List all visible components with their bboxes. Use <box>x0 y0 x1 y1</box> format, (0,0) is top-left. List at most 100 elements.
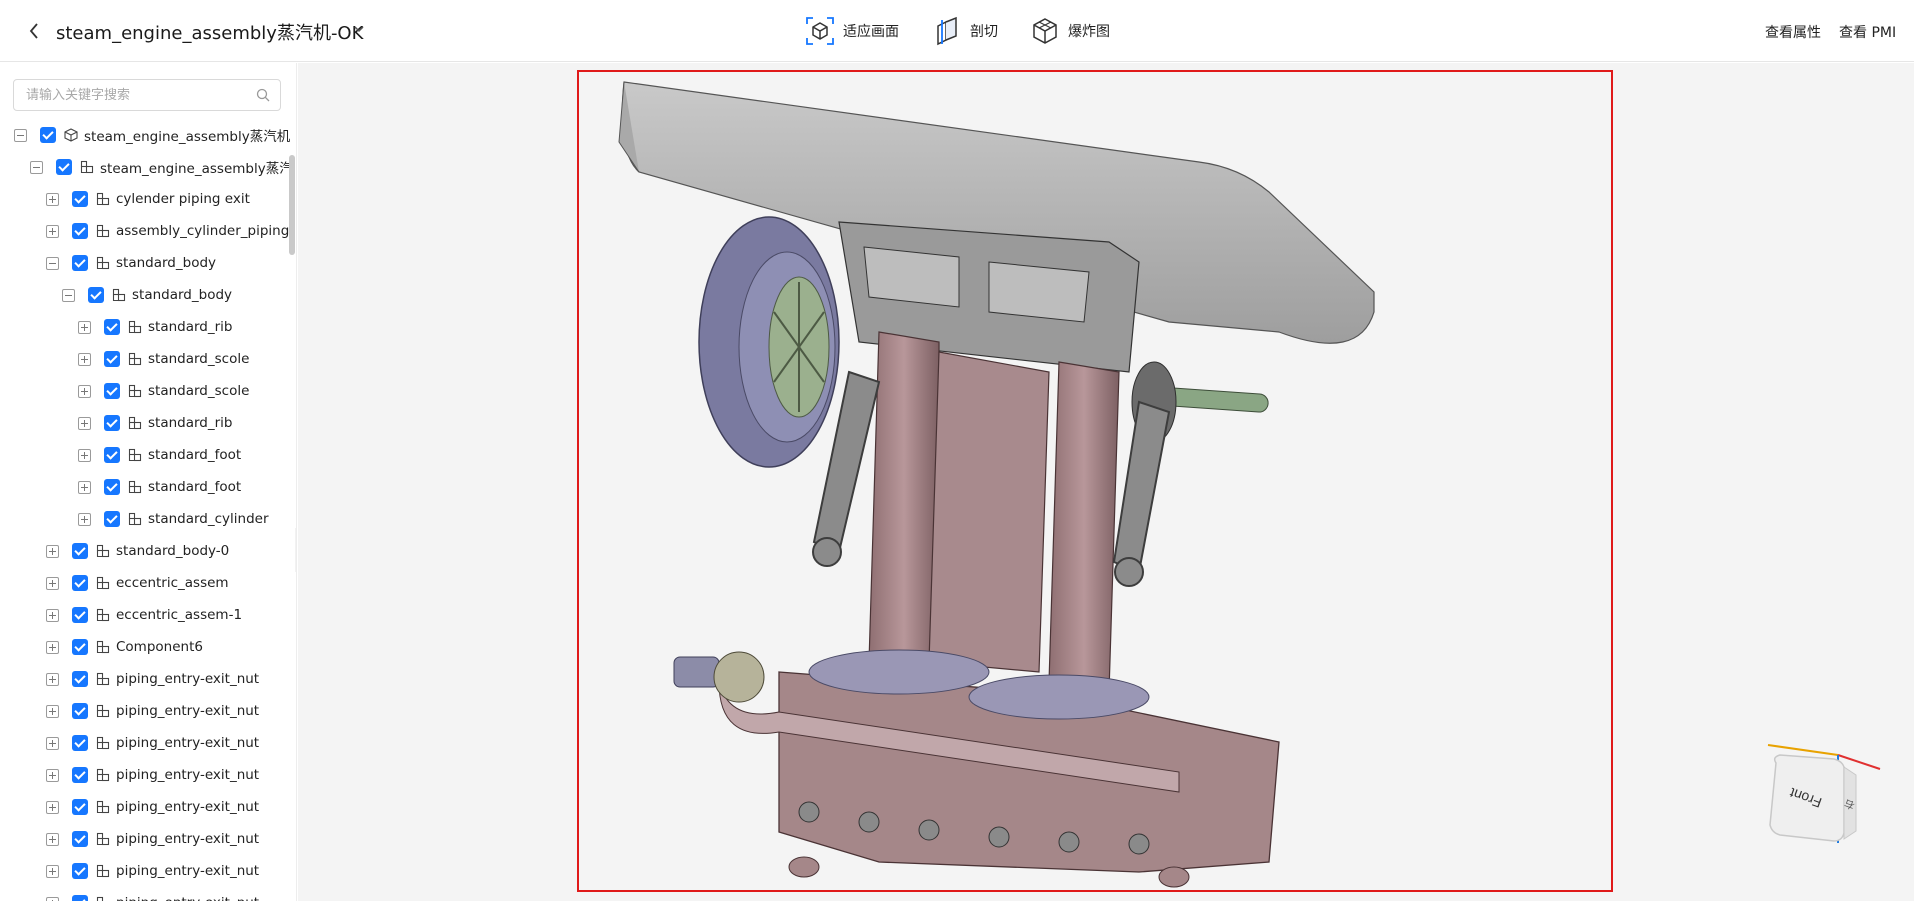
component-icon <box>128 320 142 334</box>
visibility-checkbox[interactable] <box>72 863 88 879</box>
tree-row-label: piping_entry-exit_nut <box>116 767 260 783</box>
expand-toggle[interactable] <box>46 800 59 814</box>
tree-row[interactable]: standard_body <box>0 247 290 279</box>
expand-toggle[interactable] <box>46 576 59 590</box>
tree-row[interactable]: standard_scole <box>0 343 290 375</box>
section-cut-label: 剖切 <box>970 24 998 40</box>
tree-row[interactable]: steam_engine_assembly蒸汽机-OK <box>0 119 290 151</box>
expand-toggle[interactable] <box>46 864 59 878</box>
view-cube-graphic: Front 右 <box>1767 744 1881 843</box>
expand-toggle[interactable] <box>78 480 91 494</box>
visibility-checkbox[interactable] <box>72 543 88 559</box>
3d-viewport[interactable]: Front 右 <box>298 63 1914 901</box>
tree-row[interactable]: cylender piping exit <box>0 183 290 215</box>
expand-toggle[interactable] <box>78 512 91 526</box>
visibility-checkbox[interactable] <box>72 671 88 687</box>
fit-view-button[interactable]: 适应画面 <box>805 14 899 48</box>
expand-toggle[interactable] <box>78 352 91 366</box>
visibility-checkbox[interactable] <box>88 287 104 303</box>
visibility-checkbox[interactable] <box>72 223 88 239</box>
tree-row[interactable]: assembly_cylinder_piping_e <box>0 215 290 247</box>
tree-row[interactable]: Component6 <box>0 631 290 663</box>
tree-row[interactable]: standard_foot <box>0 439 290 471</box>
visibility-checkbox[interactable] <box>104 383 120 399</box>
component-icon <box>128 384 142 398</box>
visibility-checkbox[interactable] <box>104 415 120 431</box>
tree-row[interactable]: standard_scole <box>0 375 290 407</box>
tree-row[interactable]: piping_entry-exit_nut <box>0 823 290 855</box>
visibility-checkbox[interactable] <box>72 799 88 815</box>
expand-toggle[interactable] <box>46 736 59 750</box>
collapse-toggle[interactable] <box>46 256 59 270</box>
tree-row[interactable]: piping_entry-exit_nut <box>0 855 290 887</box>
tree-row[interactable]: standard_cylinder <box>0 503 290 535</box>
tree-row-label: standard_scole <box>148 351 250 367</box>
expand-toggle[interactable] <box>46 640 59 654</box>
expand-toggle[interactable] <box>46 544 59 558</box>
expand-toggle[interactable] <box>46 832 59 846</box>
tree-row[interactable]: eccentric_assem-1 <box>0 599 290 631</box>
search-input[interactable] <box>26 80 246 110</box>
expand-toggle[interactable] <box>46 608 59 622</box>
visibility-checkbox[interactable] <box>40 127 56 143</box>
section-cut-button[interactable]: 剖切 <box>932 14 998 48</box>
expand-toggle[interactable] <box>46 768 59 782</box>
tree-row[interactable]: steam_engine_assembly蒸汽机 <box>0 151 290 183</box>
explode-view-button[interactable]: 爆炸图 <box>1030 14 1110 48</box>
sidebar-collapse-handle[interactable] <box>295 528 296 572</box>
tree-row[interactable]: piping_entry-exit_nut <box>0 887 290 901</box>
visibility-checkbox[interactable] <box>72 575 88 591</box>
expand-toggle[interactable] <box>46 672 59 686</box>
visibility-checkbox[interactable] <box>72 767 88 783</box>
collapse-toggle[interactable] <box>30 160 43 174</box>
visibility-checkbox[interactable] <box>104 351 120 367</box>
tree-row-label: Component6 <box>116 639 203 655</box>
search-icon[interactable] <box>256 88 270 102</box>
tree-scrollbar[interactable] <box>289 155 295 255</box>
view-pmi-link[interactable]: 查看 PMI <box>1839 22 1896 42</box>
tree-row[interactable]: standard_body-0 <box>0 535 290 567</box>
title-dropdown-button[interactable] <box>352 21 368 39</box>
expand-toggle[interactable] <box>78 448 91 462</box>
expand-toggle[interactable] <box>46 896 59 901</box>
visibility-checkbox[interactable] <box>72 255 88 271</box>
component-icon <box>96 704 110 718</box>
visibility-checkbox[interactable] <box>104 479 120 495</box>
expand-toggle[interactable] <box>78 416 91 430</box>
visibility-checkbox[interactable] <box>72 735 88 751</box>
tree-row[interactable]: standard_foot <box>0 471 290 503</box>
collapse-toggle[interactable] <box>14 128 27 142</box>
visibility-checkbox[interactable] <box>72 639 88 655</box>
tree-row[interactable]: piping_entry-exit_nut <box>0 791 290 823</box>
view-properties-link[interactable]: 查看属性 <box>1765 22 1821 42</box>
expand-toggle[interactable] <box>78 320 91 334</box>
expand-toggle[interactable] <box>78 384 91 398</box>
collapse-toggle[interactable] <box>62 288 75 302</box>
visibility-checkbox[interactable] <box>72 191 88 207</box>
tree-row[interactable]: piping_entry-exit_nut <box>0 759 290 791</box>
component-icon <box>96 768 110 782</box>
tree-row-label: piping_entry-exit_nut <box>116 735 260 751</box>
tree-row[interactable]: piping_entry-exit_nut <box>0 663 290 695</box>
view-cube[interactable]: Front 右 <box>1764 743 1884 853</box>
tree-row[interactable]: piping_entry-exit_nut <box>0 695 290 727</box>
back-button[interactable] <box>22 18 46 44</box>
expand-toggle[interactable] <box>46 192 59 206</box>
visibility-checkbox[interactable] <box>104 319 120 335</box>
tree-row[interactable]: piping_entry-exit_nut <box>0 727 290 759</box>
tree-row[interactable]: standard_rib <box>0 407 290 439</box>
steam-engine-model[interactable] <box>579 72 1610 889</box>
visibility-checkbox[interactable] <box>72 607 88 623</box>
visibility-checkbox[interactable] <box>72 831 88 847</box>
tree-row-label: eccentric_assem-1 <box>116 607 243 623</box>
expand-toggle[interactable] <box>46 704 59 718</box>
visibility-checkbox[interactable] <box>72 703 88 719</box>
tree-row[interactable]: standard_rib <box>0 311 290 343</box>
visibility-checkbox[interactable] <box>72 895 88 901</box>
visibility-checkbox[interactable] <box>104 511 120 527</box>
visibility-checkbox[interactable] <box>56 159 72 175</box>
tree-row[interactable]: eccentric_assem <box>0 567 290 599</box>
tree-row[interactable]: standard_body <box>0 279 290 311</box>
expand-toggle[interactable] <box>46 224 59 238</box>
visibility-checkbox[interactable] <box>104 447 120 463</box>
